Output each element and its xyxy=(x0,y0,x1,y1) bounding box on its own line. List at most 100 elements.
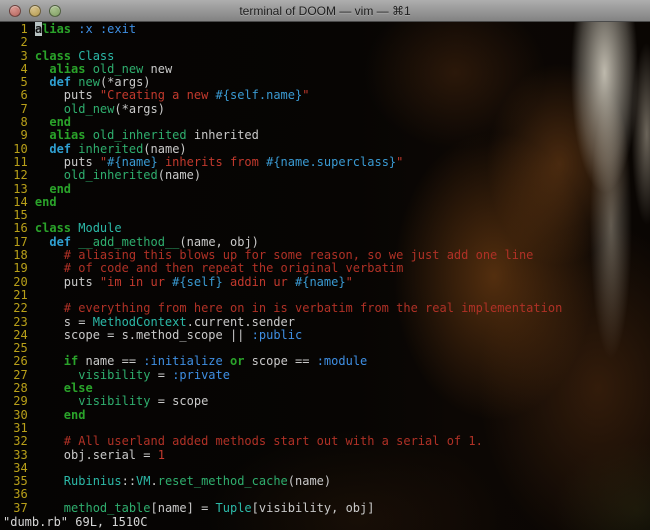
code-line: 6 puts "Creating a new #{self.name}" xyxy=(6,88,650,103)
terminal-content: 1 alias :x :exit 2 3 class Class 4 alias old_… xyxy=(0,22,650,530)
code-line: 23 s = MethodContext.current.sender xyxy=(6,314,650,329)
code-line: 37 method_table[name] = Tuple[visibility… xyxy=(6,500,650,515)
code-text: def new(*args) xyxy=(49,75,151,90)
code-line: 7 old_new(*args) xyxy=(6,101,650,116)
code-line: 22 # everything from here on in is verba… xyxy=(6,301,650,316)
code-text: def inherited(name) xyxy=(49,141,187,156)
window-titlebar[interactable]: terminal of DOOM — vim — ⌘1 xyxy=(0,0,650,22)
code-line: 34 xyxy=(6,461,650,475)
line-number: 30 xyxy=(13,407,28,422)
code-text: if name == :initialize or scope == :modu… xyxy=(63,354,368,369)
code-text: end xyxy=(49,181,72,196)
line-number: 12 xyxy=(13,168,28,183)
code-text: class Class xyxy=(34,48,115,63)
code-line: 2 xyxy=(6,35,650,49)
code-line: 26 if name == :initialize or scope == :m… xyxy=(6,354,650,369)
line-number: 32 xyxy=(13,434,28,449)
code-text: old_inherited(name) xyxy=(63,168,202,183)
code-line: 1 alias :x :exit xyxy=(6,22,650,36)
code-line: 24 scope = s.method_scope || :public xyxy=(6,327,650,342)
code-line: 28 else xyxy=(6,381,650,396)
code-text: class Module xyxy=(34,221,122,236)
code-text: end xyxy=(63,407,86,422)
line-number: 10 xyxy=(13,141,28,156)
line-number: 27 xyxy=(13,367,28,382)
code-text: def __add_method__(name, obj) xyxy=(49,234,259,249)
line-number: 17 xyxy=(13,234,28,249)
code-line: 35 Rubinius::VM.reset_method_cache(name) xyxy=(6,474,650,489)
code-line: 29 visibility = scope xyxy=(6,394,650,409)
code-text: alias :x :exit xyxy=(34,22,137,36)
code-line: 16 class Module xyxy=(6,221,650,236)
line-number: 24 xyxy=(13,327,28,342)
line-number: 23 xyxy=(13,314,28,329)
line-number: 20 xyxy=(13,274,28,289)
line-number: 21 xyxy=(13,287,28,302)
code-line: 13 end xyxy=(6,181,650,196)
line-number: 6 xyxy=(20,88,28,103)
minimize-button[interactable] xyxy=(29,5,41,17)
code-text: method_table[name] = Tuple[visibility, o… xyxy=(63,500,375,515)
line-number: 4 xyxy=(20,61,28,76)
code-text: alias old_inherited inherited xyxy=(49,128,259,143)
code-line: 31 xyxy=(6,420,650,435)
code-line: 17 def __add_method__(name, obj) xyxy=(6,234,650,249)
code-line: 27 visibility = :private xyxy=(6,367,650,382)
vim-status-line: "dumb.rb" 69L, 1510C xyxy=(3,514,148,529)
line-number: 25 xyxy=(13,341,28,356)
code-text: end xyxy=(49,115,72,130)
code-line: 20 puts "im in ur #{self} addin ur #{nam… xyxy=(6,274,650,289)
line-number: 5 xyxy=(20,75,28,90)
code-line: 10 def inherited(name) xyxy=(6,141,650,156)
code-line: 32 # All userland added methods start ou… xyxy=(6,434,650,449)
line-number: 14 xyxy=(13,194,28,209)
code-line: 15 xyxy=(6,208,650,223)
line-number: 3 xyxy=(20,48,28,63)
code-text: old_new(*args) xyxy=(63,101,165,116)
code-line: 9 alias old_inherited inherited xyxy=(6,128,650,143)
code-text: visibility = scope xyxy=(78,394,209,409)
code-text: s = MethodContext.current.sender xyxy=(34,314,295,329)
code-text: Rubinius::VM.reset_method_cache(name) xyxy=(63,474,332,489)
line-number: 28 xyxy=(13,381,28,396)
code-text: visibility = :private xyxy=(78,367,230,382)
code-text: # everything from here on in is verbatim… xyxy=(63,301,563,316)
line-number: 31 xyxy=(13,420,28,435)
code-line: 5 def new(*args) xyxy=(6,75,650,90)
line-number: 29 xyxy=(13,394,28,409)
line-number: 18 xyxy=(13,248,28,263)
code-text: obj.serial = 1 xyxy=(34,447,165,462)
line-number: 15 xyxy=(13,208,28,223)
code-line: 21 xyxy=(6,287,650,302)
line-number: 7 xyxy=(20,101,28,116)
code-line: 33 obj.serial = 1 xyxy=(6,447,650,462)
zoom-button[interactable] xyxy=(49,5,61,17)
line-number: 9 xyxy=(20,128,28,143)
line-number: 36 xyxy=(13,487,28,502)
code-line: 19 # of code and then repeat the origina… xyxy=(6,261,650,276)
line-number: 19 xyxy=(13,261,28,276)
code-text: puts "#{name} inherits from #{name.super… xyxy=(34,154,404,169)
line-number: 1 xyxy=(20,22,28,36)
line-number: 22 xyxy=(13,301,28,316)
code-line: 25 xyxy=(6,341,650,356)
code-text: else xyxy=(63,381,93,396)
code-text: alias old_new new xyxy=(49,61,173,76)
code-text: # of code and then repeat the original v… xyxy=(63,261,404,276)
line-number: 8 xyxy=(20,115,28,130)
code-line: 30 end xyxy=(6,407,650,422)
line-number: 35 xyxy=(13,474,28,489)
close-button[interactable] xyxy=(9,5,21,17)
code-line: 11 puts "#{name} inherits from #{name.su… xyxy=(6,154,650,169)
code-line: 36 xyxy=(6,487,650,502)
code-line: 12 old_inherited(name) xyxy=(6,168,650,183)
code-text: puts "Creating a new #{self.name}" xyxy=(34,88,310,103)
code-text: scope = s.method_scope || :public xyxy=(34,327,303,342)
code-area[interactable]: 1 alias :x :exit 2 3 class Class 4 alias old_… xyxy=(0,22,650,530)
code-line: 8 end xyxy=(6,115,650,130)
window-controls xyxy=(9,5,61,17)
line-number: 16 xyxy=(13,221,28,236)
terminal-window: terminal of DOOM — vim — ⌘1 1 alias :x :e… xyxy=(0,0,650,530)
line-number: 13 xyxy=(13,181,28,196)
code-text: puts "im in ur #{self} addin ur #{name}" xyxy=(34,274,353,289)
